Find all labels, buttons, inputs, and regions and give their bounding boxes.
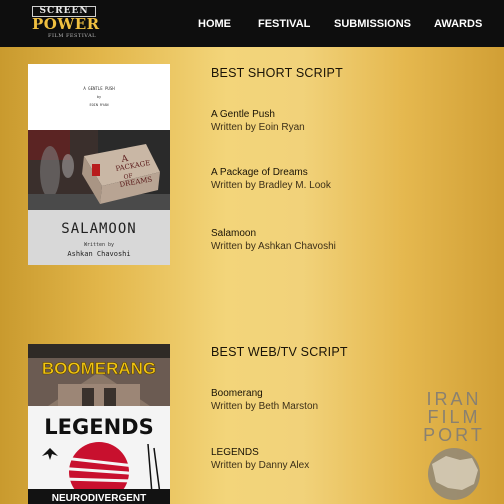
poster-small-by: by [97,95,101,99]
entry-a-package-of-dreams: A Package of Dreams Written by Bradley M… [211,166,331,192]
best-web-tv-script-poster[interactable]: BOOMERANG LEGENDS NEURODIVERGENT [28,344,170,504]
section-title-best-web-tv-script: BEST WEB/TV SCRIPT [211,345,348,359]
entry-legends: LEGENDS Written by Danny Alex [211,446,309,472]
poster-author: Ashkan Chavoshi [67,250,130,258]
watermark-line-film: FILM [427,407,481,427]
entry-title: A Package of Dreams [211,167,308,178]
poster-collage-image: A GENTLE PUSH by EOIN RYAN A PACKAGE OF … [28,64,170,265]
entry-author: Written by Beth Marston [211,401,319,412]
entry-title: Boomerang [211,388,263,399]
logo-line-film-festival: FILM FESTIVAL [47,33,96,39]
entry-author: Written by Eoin Ryan [211,122,305,133]
entry-title: LEGENDS [211,447,259,458]
top-nav-bar: SCREEN POWER FILM FESTIVAL HOME FESTIVAL… [0,0,504,47]
iran-film-port-watermark: IRAN FILM PORT [412,390,496,500]
poster-collage-image-2: BOOMERANG LEGENDS NEURODIVERGENT [28,344,170,504]
poster-small-author: EOIN RYAN [90,103,109,107]
logo-line-power: POWER [32,15,100,33]
entry-author: Written by Bradley M. Look [211,180,331,191]
poster-boomerang-text: BOOMERANG [42,359,156,378]
poster-legends-text: LEGENDS [44,415,153,439]
entry-author: Written by Danny Alex [211,460,310,471]
poster-neurodivergent-text: NEURODIVERGENT [52,493,146,504]
poster-written-by: Written by [84,242,114,248]
entry-title: Salamoon [211,228,257,239]
iran-map-icon [428,448,480,500]
watermark-line-port: PORT [423,425,485,445]
nav-submissions[interactable]: SUBMISSIONS [334,0,411,47]
entry-author: Written by Ashkan Chavoshi [211,241,336,252]
screen-power-logo[interactable]: SCREEN POWER FILM FESTIVAL [32,6,100,40]
best-short-script-poster[interactable]: A GENTLE PUSH by EOIN RYAN A PACKAGE OF … [28,64,170,265]
nav-home[interactable]: HOME [198,0,231,47]
nav-awards[interactable]: AWARDS [434,0,482,47]
poster-title-salamoon: SALAMOON [61,221,136,237]
entry-a-gentle-push: A Gentle Push Written by Eoin Ryan [211,108,305,134]
watermark-line-iran: IRAN [426,389,482,409]
entry-boomerang: Boomerang Written by Beth Marston [211,387,318,413]
poster-small-title: A GENTLE PUSH [83,86,115,91]
entry-title: A Gentle Push [211,109,275,120]
entry-salamoon: Salamoon Written by Ashkan Chavoshi [211,227,336,253]
nav-festival[interactable]: FESTIVAL [258,0,310,47]
section-title-best-short-script: BEST SHORT SCRIPT [211,66,343,80]
